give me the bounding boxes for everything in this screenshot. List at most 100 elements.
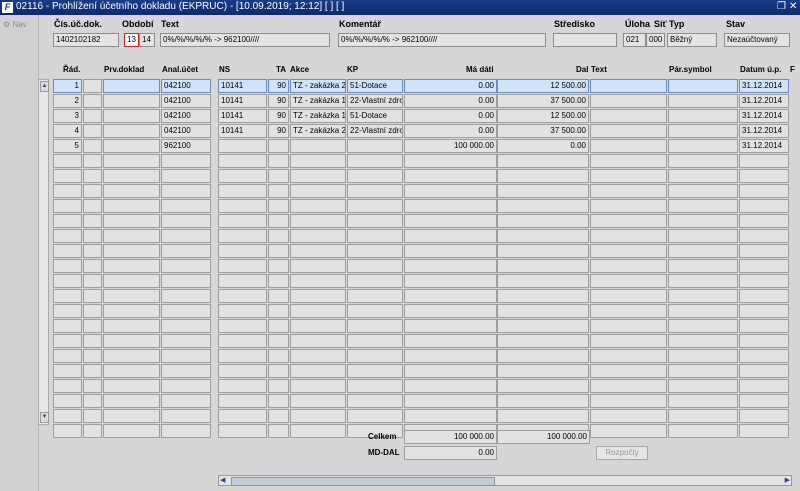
empty-cell[interactable] — [497, 379, 589, 393]
empty-cell[interactable] — [404, 409, 497, 423]
empty-cell[interactable] — [590, 274, 667, 288]
empty-cell[interactable] — [668, 154, 738, 168]
empty-cell[interactable] — [53, 184, 82, 198]
empty-cell[interactable] — [83, 199, 102, 213]
empty-cell[interactable] — [161, 259, 211, 273]
empty-cell[interactable] — [347, 154, 403, 168]
cell-prv[interactable] — [103, 79, 160, 93]
empty-cell[interactable] — [83, 364, 102, 378]
empty-cell[interactable] — [103, 334, 160, 348]
net-field[interactable]: 000 — [646, 33, 665, 47]
cell-kp[interactable] — [347, 139, 403, 153]
empty-cell[interactable] — [290, 274, 346, 288]
cell-rad[interactable]: 2 — [53, 94, 82, 108]
empty-cell[interactable] — [53, 229, 82, 243]
cell-datum[interactable]: 31.12.2014 — [739, 79, 789, 93]
empty-cell[interactable] — [404, 319, 497, 333]
empty-cell[interactable] — [218, 259, 267, 273]
empty-cell[interactable] — [83, 424, 102, 438]
empty-cell[interactable] — [161, 424, 211, 438]
empty-cell[interactable] — [161, 289, 211, 303]
empty-cell[interactable] — [103, 379, 160, 393]
cell-ta[interactable]: 90 — [268, 109, 289, 123]
restore-icon[interactable]: ❐ — [777, 1, 786, 12]
empty-cell[interactable] — [268, 394, 289, 408]
empty-cell[interactable] — [83, 319, 102, 333]
empty-cell[interactable] — [103, 184, 160, 198]
empty-cell[interactable] — [103, 154, 160, 168]
empty-cell[interactable] — [497, 274, 589, 288]
empty-cell[interactable] — [290, 199, 346, 213]
empty-cell[interactable] — [218, 169, 267, 183]
cell-par[interactable] — [668, 124, 738, 138]
empty-cell[interactable] — [218, 274, 267, 288]
empty-cell[interactable] — [497, 199, 589, 213]
empty-cell[interactable] — [590, 424, 667, 438]
empty-cell[interactable] — [290, 259, 346, 273]
empty-cell[interactable] — [161, 349, 211, 363]
empty-cell[interactable] — [268, 274, 289, 288]
empty-cell[interactable] — [739, 424, 789, 438]
empty-cell[interactable] — [53, 304, 82, 318]
cell-anal[interactable]: 042100 — [161, 124, 211, 138]
empty-cell[interactable] — [268, 364, 289, 378]
empty-cell[interactable] — [404, 349, 497, 363]
cell-gap[interactable] — [83, 79, 102, 93]
empty-cell[interactable] — [668, 349, 738, 363]
empty-cell[interactable] — [268, 289, 289, 303]
empty-cell[interactable] — [290, 409, 346, 423]
cell-rad[interactable]: 1 — [53, 79, 82, 93]
empty-cell[interactable] — [218, 424, 267, 438]
empty-cell[interactable] — [268, 424, 289, 438]
cell-par[interactable] — [668, 109, 738, 123]
empty-cell[interactable] — [218, 394, 267, 408]
empty-cell[interactable] — [347, 304, 403, 318]
empty-cell[interactable] — [347, 289, 403, 303]
empty-cell[interactable] — [53, 199, 82, 213]
empty-cell[interactable] — [497, 409, 589, 423]
cell-ta[interactable]: 90 — [268, 94, 289, 108]
empty-cell[interactable] — [53, 169, 82, 183]
empty-cell[interactable] — [668, 199, 738, 213]
empty-cell[interactable] — [739, 229, 789, 243]
period-from-field[interactable]: 13 — [124, 33, 139, 47]
empty-cell[interactable] — [83, 349, 102, 363]
cell-akce[interactable]: TZ - zakázka 2 — [290, 79, 346, 93]
empty-cell[interactable] — [739, 259, 789, 273]
empty-cell[interactable] — [290, 244, 346, 258]
empty-cell[interactable] — [590, 364, 667, 378]
scroll-right-icon[interactable]: ▶ — [785, 476, 790, 484]
empty-cell[interactable] — [739, 214, 789, 228]
empty-cell[interactable] — [739, 319, 789, 333]
empty-cell[interactable] — [497, 229, 589, 243]
empty-cell[interactable] — [668, 379, 738, 393]
empty-cell[interactable] — [668, 184, 738, 198]
empty-cell[interactable] — [497, 244, 589, 258]
empty-cell[interactable] — [497, 304, 589, 318]
empty-cell[interactable] — [739, 379, 789, 393]
cell-akce[interactable]: TZ - zakázka 1 — [290, 109, 346, 123]
cell-par[interactable] — [668, 94, 738, 108]
cell-datum[interactable]: 31.12.2014 — [739, 124, 789, 138]
cell-dal[interactable]: 12 500.00 — [497, 79, 589, 93]
empty-cell[interactable] — [739, 394, 789, 408]
empty-cell[interactable] — [161, 379, 211, 393]
empty-cell[interactable] — [290, 334, 346, 348]
cell-dal[interactable]: 37 500.00 — [497, 94, 589, 108]
cell-prv[interactable] — [103, 94, 160, 108]
empty-cell[interactable] — [590, 289, 667, 303]
empty-cell[interactable] — [218, 379, 267, 393]
empty-cell[interactable] — [53, 424, 82, 438]
scroll-up-icon[interactable]: ▲ — [40, 81, 49, 92]
cell-kp[interactable]: 22-Vlastní zdro — [347, 124, 403, 138]
cell-par[interactable] — [668, 79, 738, 93]
empty-cell[interactable] — [739, 289, 789, 303]
empty-cell[interactable] — [290, 379, 346, 393]
empty-cell[interactable] — [739, 334, 789, 348]
empty-cell[interactable] — [668, 364, 738, 378]
empty-cell[interactable] — [103, 199, 160, 213]
cell-text[interactable] — [590, 124, 667, 138]
empty-cell[interactable] — [218, 364, 267, 378]
empty-cell[interactable] — [161, 229, 211, 243]
empty-cell[interactable] — [668, 229, 738, 243]
